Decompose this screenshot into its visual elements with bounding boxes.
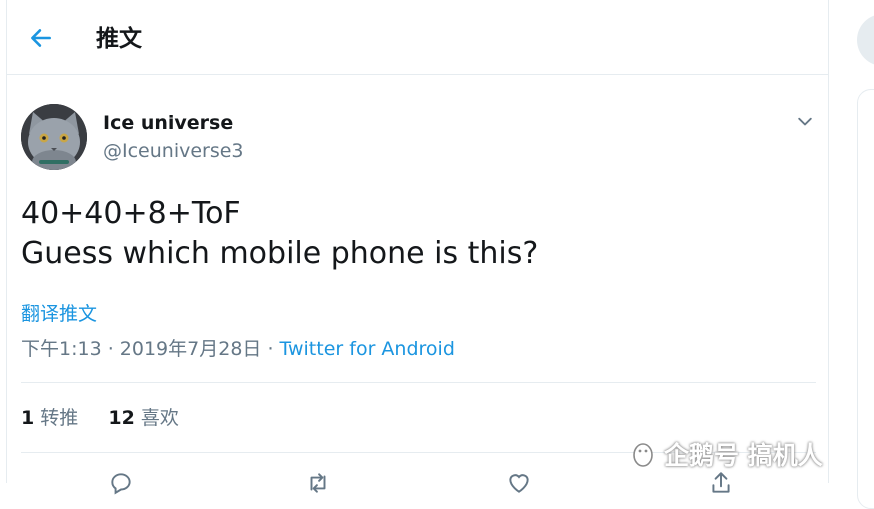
chevron-down-icon xyxy=(798,117,812,126)
retweet-button[interactable] xyxy=(304,470,332,498)
translate-tweet-link[interactable]: 翻译推文 xyxy=(21,300,97,328)
likes-stat[interactable]: 12 喜欢 xyxy=(108,407,179,429)
tweet-text: 40+40+8+ToF Guess which mobile phone is … xyxy=(21,196,539,271)
like-icon xyxy=(509,474,529,493)
reply-icon xyxy=(111,473,131,495)
arrow-left-icon xyxy=(31,29,51,47)
header: 推文 xyxy=(7,0,828,75)
likes-count: 12 xyxy=(108,407,135,429)
author-name[interactable]: Ice universe xyxy=(103,110,233,136)
retweets-count: 1 xyxy=(21,407,35,429)
search-box[interactable] xyxy=(857,14,874,66)
retweets-label: 转推 xyxy=(40,407,79,429)
cat-avatar-icon xyxy=(21,104,87,170)
author-handle[interactable]: @Iceuniverse3 xyxy=(103,138,244,164)
avatar[interactable] xyxy=(21,104,87,170)
tweet-timestamp[interactable]: 下午1:13 · 2019年7月28日 · xyxy=(21,338,280,360)
like-button[interactable] xyxy=(505,470,533,498)
tweet-meta: 下午1:13 · 2019年7月28日 · Twitter for Androi… xyxy=(21,335,455,363)
page-title: 推文 xyxy=(96,26,142,52)
retweets-stat[interactable]: 1 转推 xyxy=(21,407,78,429)
divider xyxy=(21,382,816,383)
tweet-column: 推文 Ice universe @Iceuniverse3 40+40+8+To… xyxy=(6,0,829,495)
watermark-text: 企鹅号 搞机人 xyxy=(664,441,823,470)
more-options-button[interactable] xyxy=(791,108,819,136)
right-panel xyxy=(857,89,874,509)
tweet-stats: 1 转推 12 喜欢 xyxy=(21,404,203,432)
reply-button[interactable] xyxy=(107,470,135,498)
retweet-icon xyxy=(310,473,326,493)
share-icon xyxy=(712,472,730,493)
tweet-source-link[interactable]: Twitter for Android xyxy=(280,338,455,360)
watermark: 企鹅号 搞机人 xyxy=(628,436,823,472)
back-button[interactable] xyxy=(25,22,57,54)
share-button[interactable] xyxy=(707,470,735,498)
penguin-logo-icon xyxy=(633,443,653,467)
likes-label: 喜欢 xyxy=(140,407,179,429)
